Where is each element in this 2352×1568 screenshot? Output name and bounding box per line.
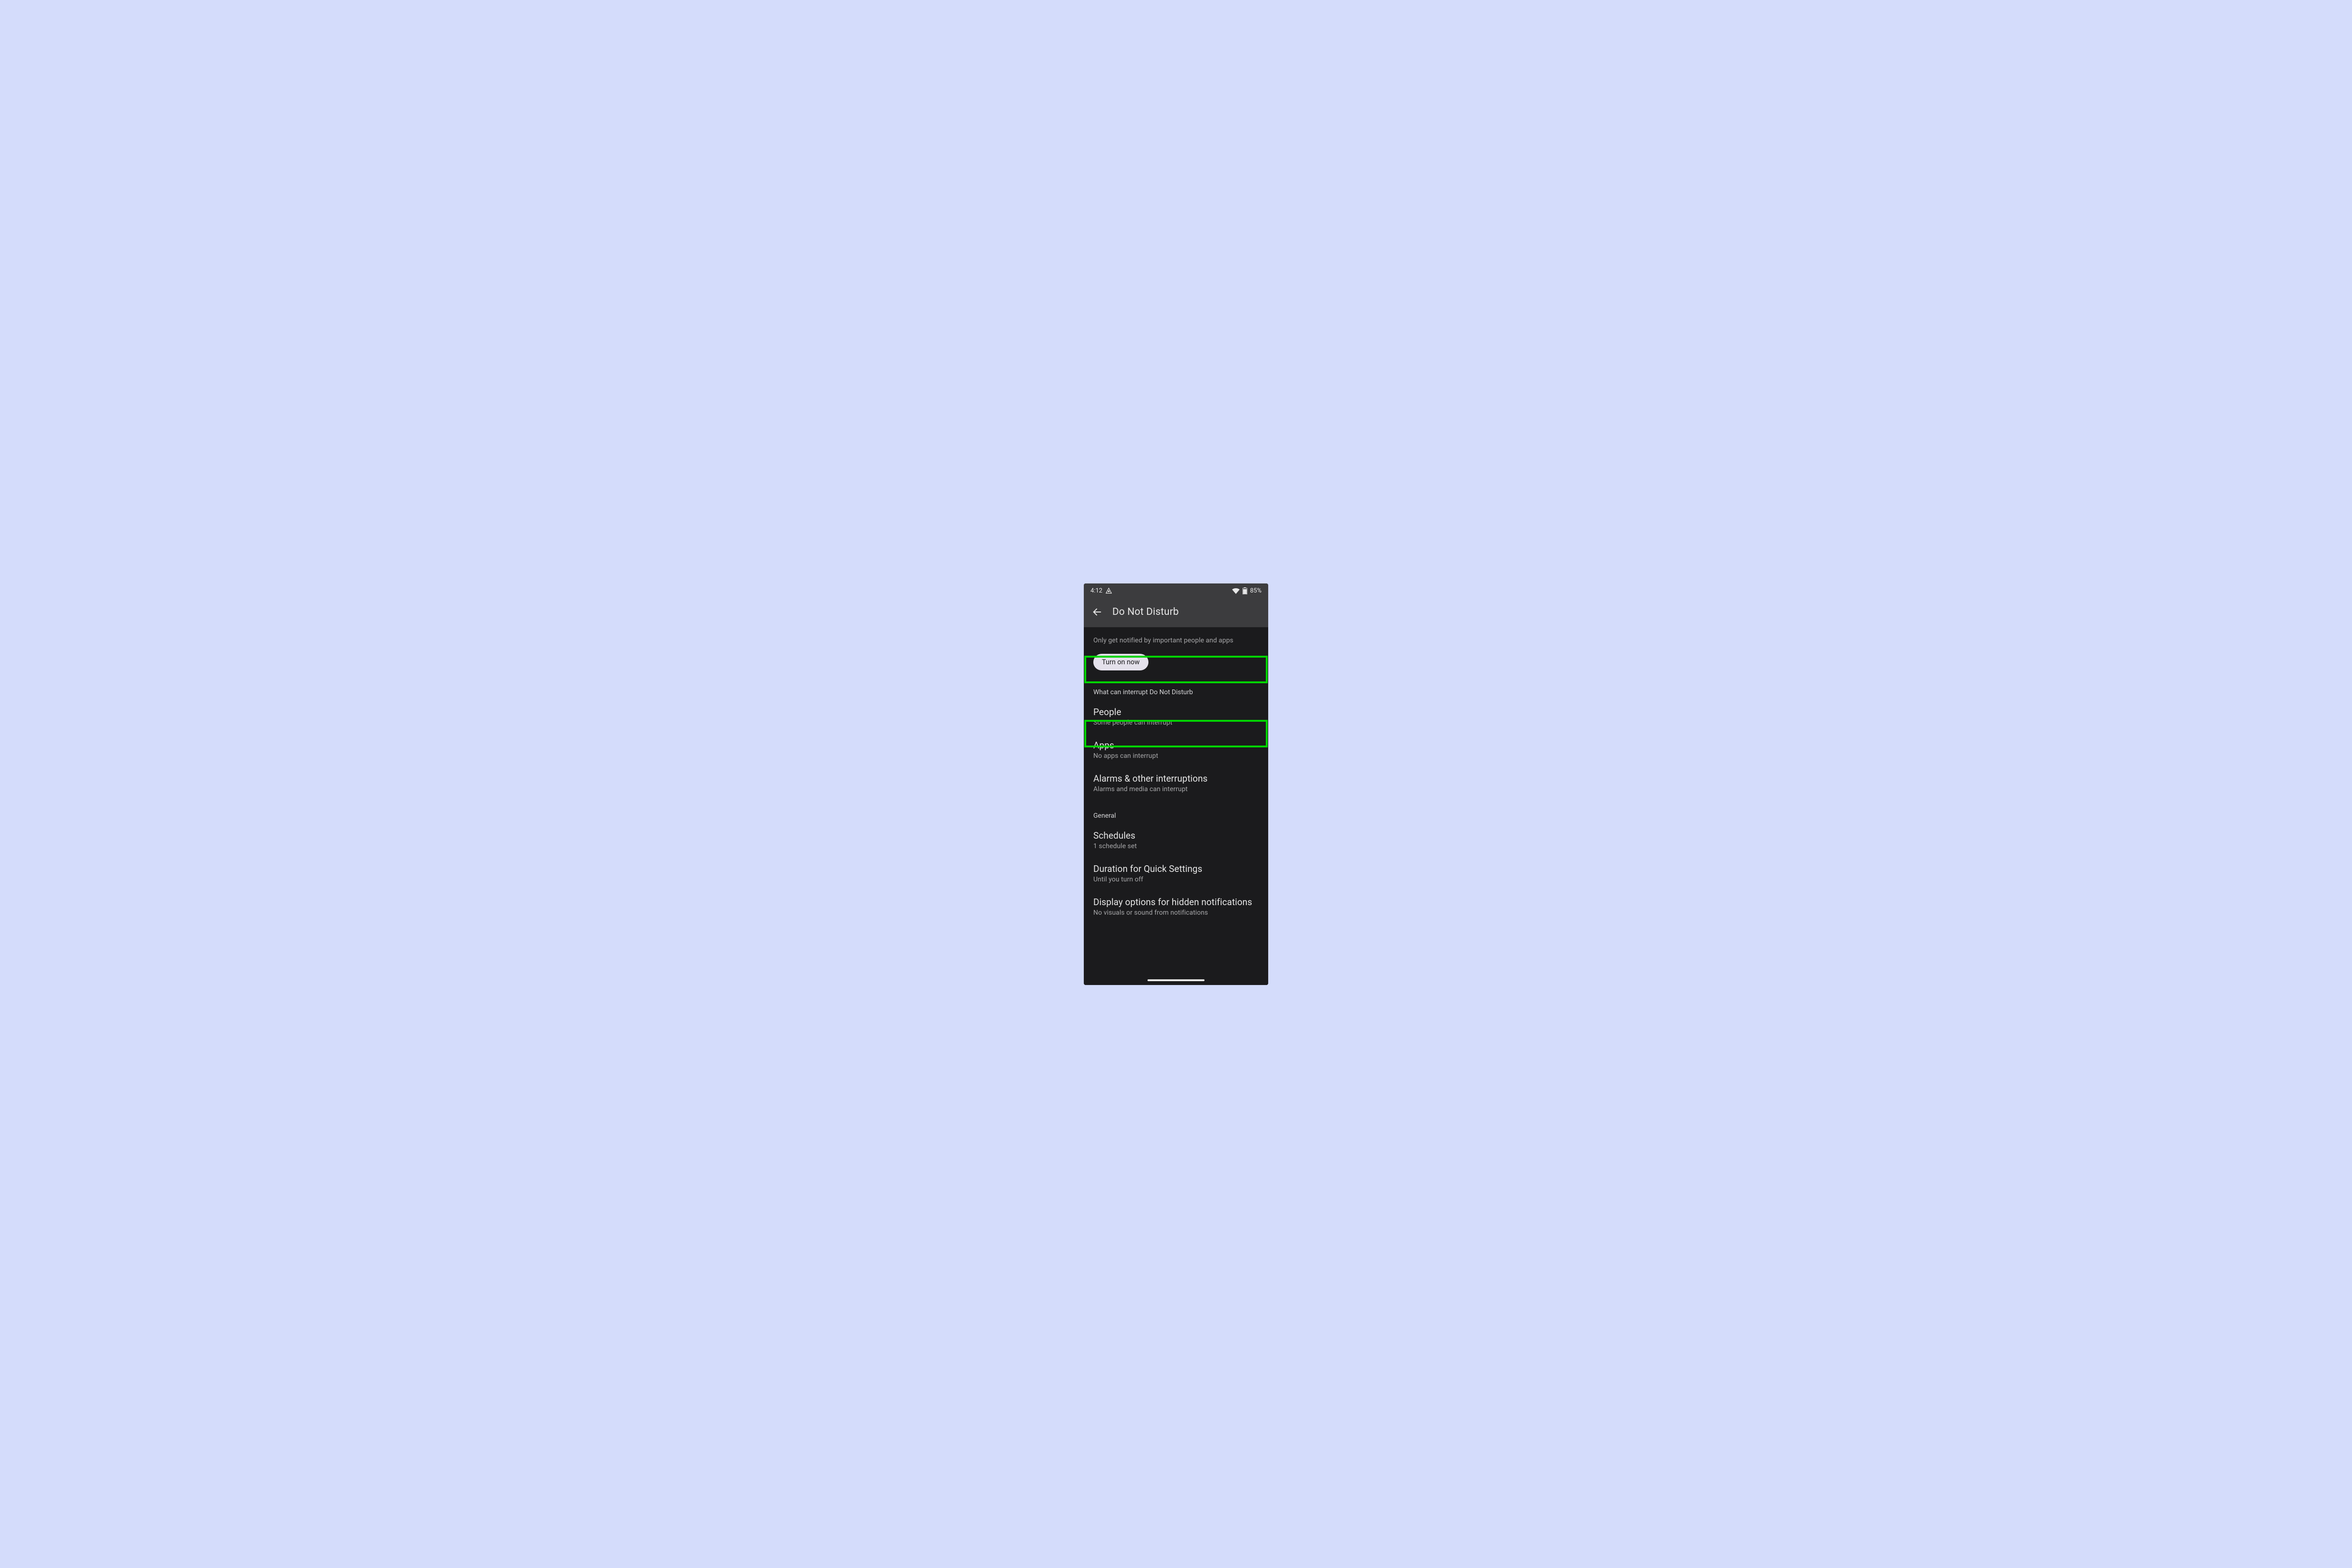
row-display-options[interactable]: Display options for hidden notifications…	[1084, 890, 1268, 923]
status-bar: 4:12 85%	[1084, 583, 1268, 599]
content-area: Only get notified by important people an…	[1084, 627, 1268, 985]
row-alarms[interactable]: Alarms & other interruptions Alarms and …	[1084, 766, 1268, 800]
row-alarms-sub: Alarms and media can interrupt	[1093, 785, 1259, 793]
phone-frame: 4:12 85%	[1084, 583, 1268, 985]
app-bar: Do Not Disturb	[1084, 599, 1268, 627]
row-display-options-sub: No visuals or sound from notifications	[1093, 909, 1259, 917]
row-duration[interactable]: Duration for Quick Settings Until you tu…	[1084, 857, 1268, 890]
row-schedules[interactable]: Schedules 1 schedule set	[1084, 823, 1268, 857]
row-duration-title: Duration for Quick Settings	[1093, 863, 1259, 874]
row-people-title: People	[1093, 707, 1259, 717]
triangle-alert-icon	[1105, 587, 1112, 594]
gesture-nav-bar[interactable]	[1147, 979, 1205, 981]
wifi-icon	[1232, 588, 1240, 594]
row-apps-title: Apps	[1093, 740, 1259, 751]
status-battery-text: 85%	[1250, 587, 1262, 594]
page-title: Do Not Disturb	[1112, 606, 1179, 618]
status-left: 4:12	[1090, 587, 1112, 594]
page-subtitle: Only get notified by important people an…	[1084, 627, 1268, 651]
row-duration-sub: Until you turn off	[1093, 876, 1259, 883]
row-people-sub: Some people can interrupt	[1093, 719, 1259, 727]
turn-on-now-button[interactable]: Turn on now	[1093, 654, 1148, 670]
row-apps-sub: No apps can interrupt	[1093, 752, 1259, 760]
row-display-options-title: Display options for hidden notifications	[1093, 897, 1259, 908]
section-header-interrupt: What can interrupt Do Not Disturb	[1084, 675, 1268, 700]
row-people[interactable]: People Some people can interrupt	[1084, 700, 1268, 733]
row-schedules-title: Schedules	[1093, 830, 1259, 841]
row-apps[interactable]: Apps No apps can interrupt	[1084, 733, 1268, 766]
status-right: 85%	[1232, 587, 1262, 594]
row-schedules-sub: 1 schedule set	[1093, 842, 1259, 850]
back-button[interactable]	[1090, 605, 1104, 619]
status-time: 4:12	[1090, 587, 1102, 594]
section-header-general: General	[1084, 800, 1268, 823]
row-alarms-title: Alarms & other interruptions	[1093, 773, 1259, 784]
battery-icon	[1243, 587, 1247, 594]
